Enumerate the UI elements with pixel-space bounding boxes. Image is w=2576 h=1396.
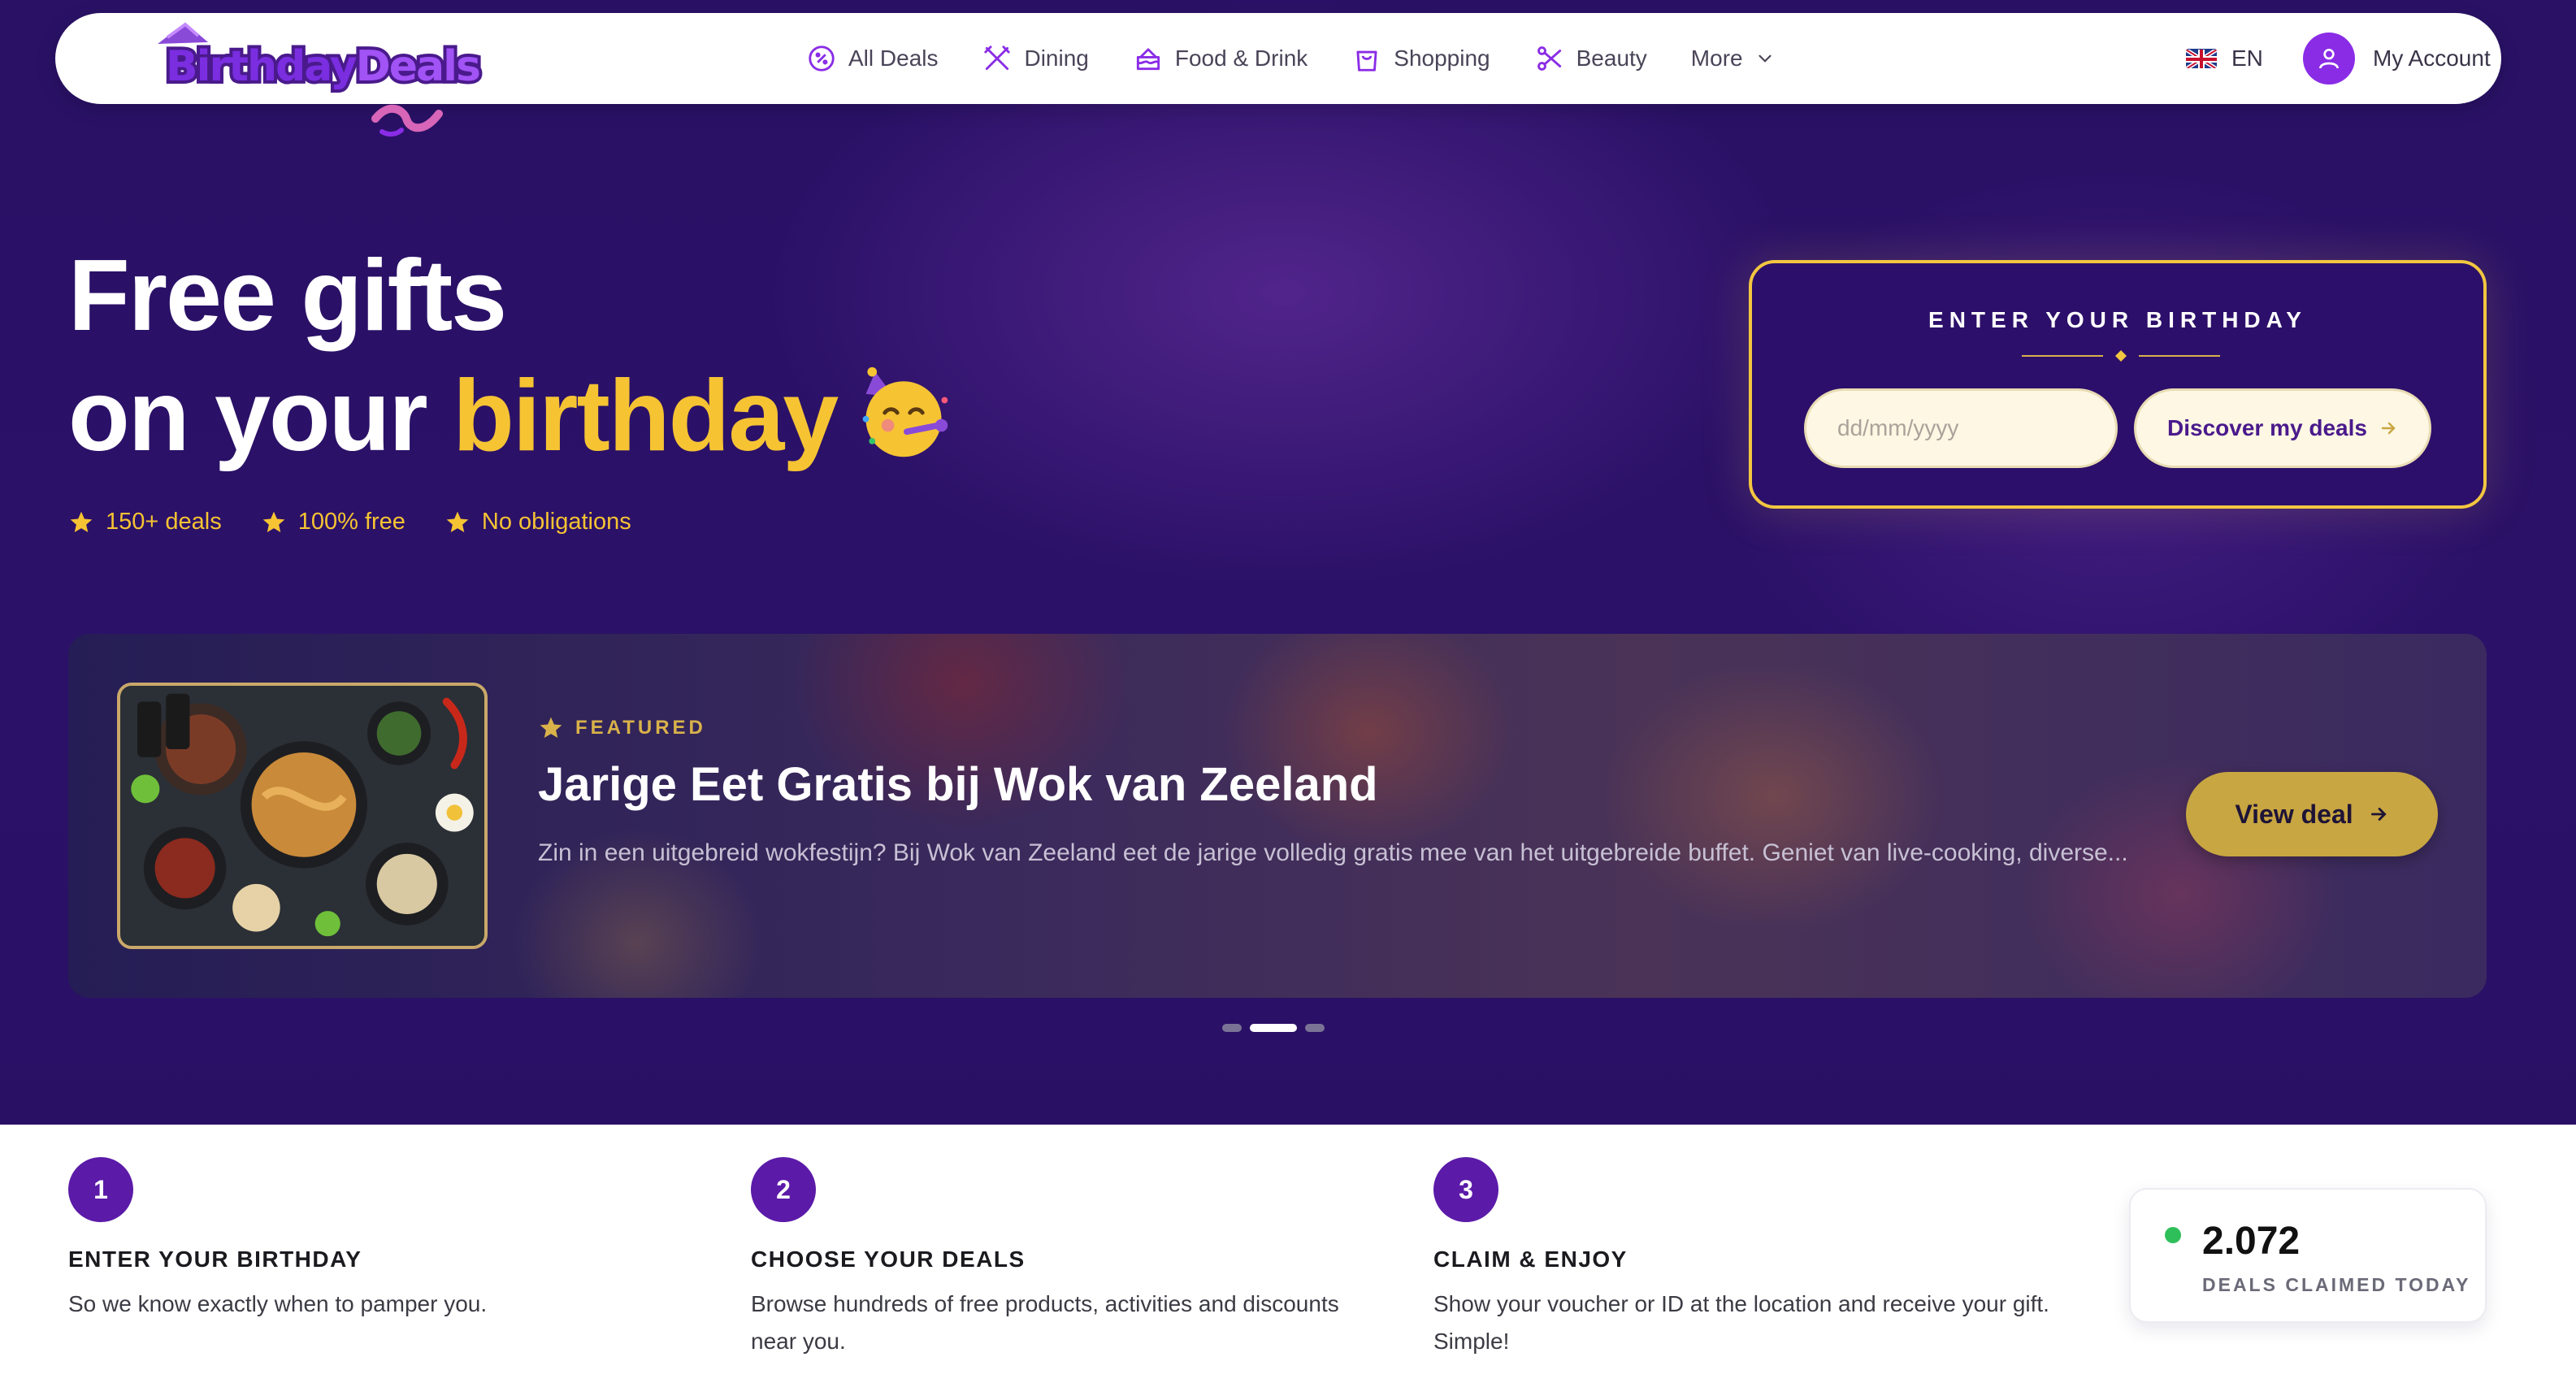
step-number: 1: [68, 1157, 133, 1222]
badge-label: No obligations: [481, 509, 631, 535]
step-description: So we know exactly when to pamper you.: [68, 1291, 488, 1316]
nav-links: All Deals Dining Food & Drink Shopping B…: [806, 13, 1776, 104]
food-table-image: [121, 686, 484, 946]
carousel-dot[interactable]: [1305, 1024, 1325, 1032]
step-description: Show your voucher or ID at the location …: [1433, 1291, 2049, 1354]
badge-deals-count: 150+ deals: [68, 509, 222, 535]
nav-item-label: Dining: [1024, 46, 1089, 71]
arrow-right-icon: [2370, 808, 2387, 821]
brand-logo-part1: Birthday: [163, 39, 361, 94]
carousel-dots: [1222, 1024, 1325, 1032]
hero-badges: 150+ deals 100% free No obligations: [68, 509, 631, 535]
top-navbar: BirthdayDeals All Deals Dining Food & Dr…: [55, 13, 2501, 137]
live-status-dot: [2165, 1227, 2181, 1243]
badge-no-obligations: No obligations: [445, 509, 631, 535]
nav-item-label: Food & Drink: [1174, 46, 1308, 71]
nav-item-all-deals[interactable]: All Deals: [806, 43, 938, 74]
nav-item-shopping[interactable]: Shopping: [1351, 43, 1490, 74]
chevron-down-icon: [1759, 54, 1772, 63]
featured-deal-card: FEATURED Jarige Eet Gratis bij Wok van Z…: [68, 634, 2487, 998]
my-account-button[interactable]: My Account: [2303, 13, 2491, 104]
discover-deals-button[interactable]: Discover my deals: [2134, 388, 2431, 468]
featured-deal-title[interactable]: Jarige Eet Gratis bij Wok van Zeeland: [538, 757, 1378, 812]
nav-item-beauty[interactable]: Beauty: [1534, 43, 1647, 74]
fork-knife-icon: [984, 46, 1011, 71]
badge-free: 100% free: [261, 509, 405, 535]
nav-item-label: All Deals: [848, 46, 939, 71]
star-icon: [262, 511, 285, 532]
view-deal-button[interactable]: View deal: [2186, 772, 2438, 856]
hero-title-line2: on your birthday: [68, 356, 954, 476]
birthday-form-heading: ENTER YOUR BIRTHDAY: [1928, 307, 2307, 332]
language-selector[interactable]: EN: [2186, 13, 2263, 104]
ribbon-icon: [371, 105, 443, 137]
star-icon: [446, 511, 469, 532]
scissors-icon: [1537, 46, 1561, 71]
deals-claimed-value: 2.072: [2202, 1220, 2301, 1263]
brand-logo-part2: Deals: [353, 39, 484, 94]
step-description: Browse hundreds of free products, activi…: [751, 1291, 1339, 1354]
brand-logo[interactable]: BirthdayDeals: [163, 39, 484, 94]
star-icon: [540, 717, 562, 738]
featured-label: FEATURED: [538, 715, 706, 741]
birthday-form-card: ENTER YOUR BIRTHDAY Discover my deals: [1749, 260, 2487, 509]
hero-title-prefix: on your: [68, 360, 453, 472]
nav-item-label: Shopping: [1394, 46, 1490, 71]
featured-label-text: FEATURED: [575, 717, 706, 739]
arrow-right-icon: [2381, 422, 2396, 435]
uk-flag-icon: [2186, 49, 2217, 68]
step-1: 1 ENTER YOUR BIRTHDAY So we know exactly…: [68, 1157, 718, 1323]
birthday-date-input[interactable]: [1804, 388, 2118, 468]
step-2: 2 CHOOSE YOUR DEALS Browse hundreds of f…: [751, 1157, 1385, 1360]
star-icon: [70, 511, 93, 532]
step-number: 2: [751, 1157, 816, 1222]
divider-diamond-icon: [2022, 350, 2220, 362]
avatar: [2303, 33, 2355, 85]
carousel-dot-active[interactable]: [1250, 1024, 1297, 1032]
carousel-dot[interactable]: [1222, 1024, 1242, 1032]
hero-section: BirthdayDeals All Deals Dining Food & Dr…: [0, 0, 2576, 1125]
discover-deals-label: Discover my deals: [2167, 415, 2367, 440]
account-label: My Account: [2373, 46, 2491, 71]
cake-icon: [1136, 48, 1160, 71]
deals-claimed-stat-card: 2.072 DEALS CLAIMED TODAY: [2129, 1188, 2487, 1323]
step-number: 3: [1433, 1157, 1498, 1222]
nav-item-label: Beauty: [1576, 46, 1647, 71]
badge-label: 150+ deals: [106, 509, 222, 535]
badge-percent-icon: [809, 46, 835, 72]
shopping-bag-icon: [1356, 50, 1377, 72]
step-title: ENTER YOUR BIRTHDAY: [68, 1246, 362, 1272]
party-face-emoji-icon: [862, 366, 948, 457]
hero-title-line1: Free gifts: [68, 240, 507, 352]
hero-title-highlight: birthday: [453, 360, 839, 472]
user-icon: [2319, 49, 2339, 69]
nav-item-dining[interactable]: Dining: [982, 43, 1089, 74]
step-title: CLAIM & ENJOY: [1433, 1246, 1628, 1272]
hero-title: Free gifts on your birthday: [68, 236, 954, 476]
step-title: CHOOSE YOUR DEALS: [751, 1246, 1026, 1272]
featured-deal-image: [117, 683, 488, 949]
language-label: EN: [2231, 46, 2263, 71]
deals-claimed-label: DEALS CLAIMED TODAY: [2202, 1274, 2471, 1295]
nav-item-more[interactable]: More: [1691, 46, 1776, 72]
badge-label: 100% free: [297, 509, 405, 535]
nav-item-food-drink[interactable]: Food & Drink: [1133, 43, 1308, 74]
nav-item-label: More: [1690, 46, 1743, 71]
step-3: 3 CLAIM & ENJOY Show your voucher or ID …: [1433, 1157, 2100, 1360]
view-deal-label: View deal: [2235, 799, 2353, 829]
featured-deal-description: Zin in een uitgebreid wokfestijn? Bij Wo…: [538, 839, 2128, 866]
